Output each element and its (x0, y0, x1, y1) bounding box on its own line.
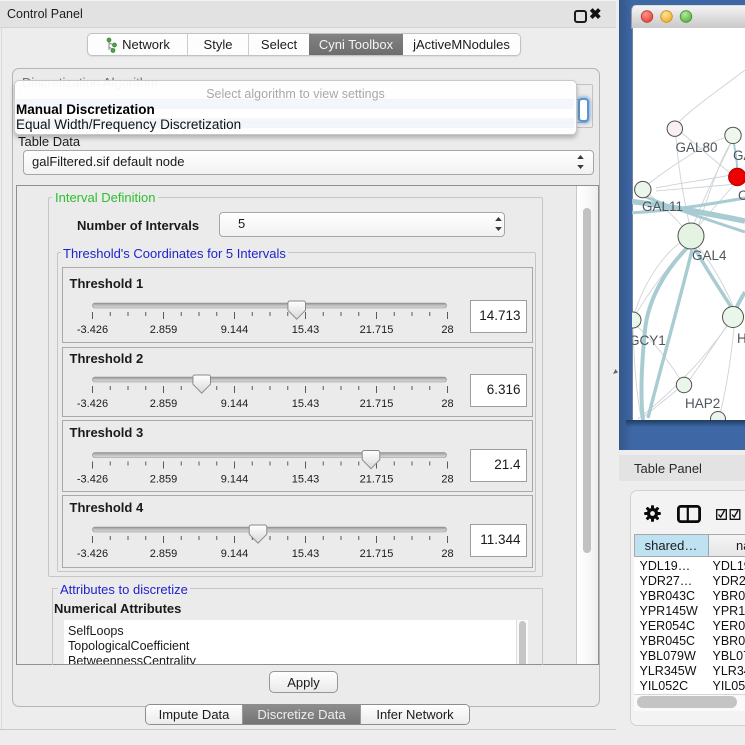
svg-text:15.43: 15.43 (291, 324, 319, 336)
svg-text:28: 28 (441, 548, 453, 560)
svg-text:9.144: 9.144 (220, 324, 248, 336)
svg-text:21.715: 21.715 (359, 473, 393, 485)
svg-text:15.43: 15.43 (291, 398, 319, 410)
svg-text:9.144: 9.144 (220, 548, 248, 560)
svg-text:2.859: 2.859 (149, 473, 177, 485)
svg-text:21.715: 21.715 (359, 324, 393, 336)
svg-text:-3.426: -3.426 (76, 548, 107, 560)
svg-text:28: 28 (441, 398, 453, 410)
svg-text:2.859: 2.859 (149, 324, 177, 336)
svg-text:9.144: 9.144 (220, 398, 248, 410)
svg-text:21.715: 21.715 (359, 398, 393, 410)
svg-text:-3.426: -3.426 (76, 473, 107, 485)
svg-text:H: H (737, 331, 745, 346)
svg-text:GA: GA (733, 148, 745, 163)
svg-text:21.715: 21.715 (359, 548, 393, 560)
svg-text:28: 28 (441, 324, 453, 336)
svg-text:GAL11: GAL11 (642, 199, 683, 214)
svg-text:HAP2: HAP2 (685, 396, 720, 411)
svg-text:-3.426: -3.426 (76, 324, 107, 336)
svg-text:15.43: 15.43 (291, 473, 319, 485)
svg-text:28: 28 (441, 473, 453, 485)
svg-text:2.859: 2.859 (149, 548, 177, 560)
svg-text:15.43: 15.43 (291, 548, 319, 560)
svg-text:GCY1: GCY1 (632, 333, 666, 348)
svg-text:GAL80: GAL80 (676, 140, 718, 155)
svg-text:C: C (738, 188, 745, 203)
svg-text:9.144: 9.144 (220, 473, 248, 485)
svg-text:2.859: 2.859 (149, 398, 177, 410)
svg-text:GAL4: GAL4 (692, 248, 727, 263)
svg-text:-3.426: -3.426 (76, 398, 107, 410)
